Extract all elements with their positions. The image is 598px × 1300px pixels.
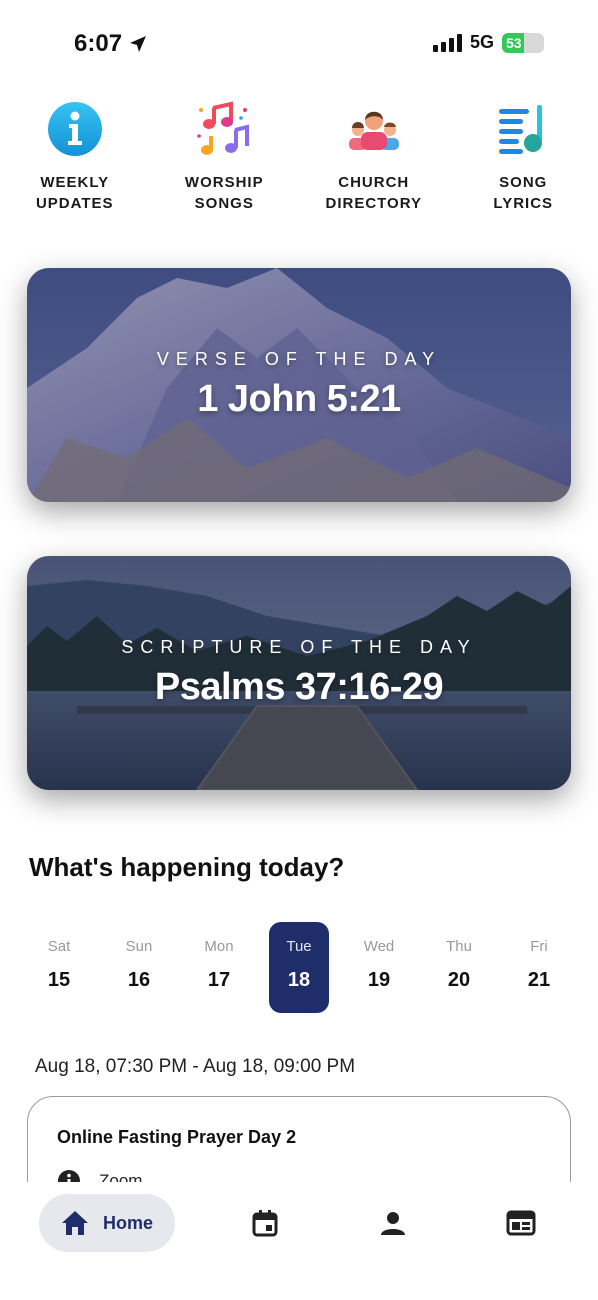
church-directory-button[interactable]: CHURCH DIRECTORY bbox=[299, 100, 449, 214]
nav-profile-button[interactable] bbox=[378, 1208, 408, 1238]
battery-icon: 53 bbox=[502, 32, 544, 53]
worship-songs-button[interactable]: WORSHIP SONGS bbox=[150, 100, 300, 214]
person-icon bbox=[381, 1212, 405, 1235]
time-text: 6:07 bbox=[74, 30, 123, 57]
day-thu[interactable]: Thu 20 bbox=[429, 922, 489, 1013]
scripture-kicker: SCRIPTURE OF THE DAY bbox=[121, 637, 477, 657]
day-mon[interactable]: Mon 17 bbox=[189, 922, 249, 1013]
day-wed[interactable]: Wed 19 bbox=[349, 922, 409, 1013]
day-sun[interactable]: Sun 16 bbox=[109, 922, 169, 1013]
event-time-range: Aug 18, 07:30 PM - Aug 18, 09:00 PM bbox=[35, 1056, 356, 1077]
verse-card-text: VERSE OF THE DAY 1 John 5:21 bbox=[27, 268, 571, 502]
lyrics-icon bbox=[494, 100, 552, 158]
nav-home-label: Home bbox=[102, 1212, 153, 1233]
day-tue[interactable]: Tue 18 bbox=[269, 922, 329, 1013]
home-icon bbox=[61, 1211, 88, 1235]
church-directory-label: CHURCH DIRECTORY bbox=[325, 174, 422, 212]
calendar-icon bbox=[252, 1210, 278, 1237]
weekly-updates-button[interactable]: WEEKLY UPDATES bbox=[0, 100, 150, 214]
network-type: 5G bbox=[469, 32, 494, 52]
battery-percent: 53 bbox=[506, 34, 522, 51]
nav-home-button[interactable]: Home bbox=[39, 1194, 175, 1252]
section-title: What's happening today? bbox=[29, 852, 345, 882]
day-picker: Sat 15 Sun 16 Mon 17 Tue 18 Wed 19 Thu 2… bbox=[29, 922, 569, 1013]
verse-kicker: VERSE OF THE DAY bbox=[156, 349, 442, 369]
status-time: 6:07 bbox=[74, 30, 148, 58]
people-icon bbox=[345, 100, 403, 158]
status-indicators: 5G 53 bbox=[432, 32, 544, 53]
location-arrow-icon bbox=[130, 36, 147, 52]
info-icon bbox=[46, 100, 104, 158]
bottom-navigation: Home bbox=[0, 1182, 598, 1300]
verse-of-the-day-card[interactable]: VERSE OF THE DAY 1 John 5:21 bbox=[27, 268, 571, 502]
signal-icon bbox=[432, 33, 462, 52]
day-fri[interactable]: Fri 21 bbox=[509, 922, 569, 1013]
worship-songs-label: WORSHIP SONGS bbox=[184, 174, 264, 212]
music-notes-icon bbox=[195, 100, 253, 158]
scripture-of-the-day-card[interactable]: SCRIPTURE OF THE DAY Psalms 37:16-29 bbox=[27, 556, 571, 790]
status-bar: 6:07 5G 53 bbox=[0, 0, 598, 90]
event-title: Online Fasting Prayer Day 2 bbox=[57, 1127, 297, 1147]
day-sat[interactable]: Sat 15 bbox=[29, 922, 89, 1013]
song-lyrics-label: SONG LYRICS bbox=[493, 174, 554, 212]
nav-news-button[interactable] bbox=[506, 1208, 536, 1238]
verse-reference: 1 John 5:21 bbox=[197, 378, 401, 420]
scripture-reference: Psalms 37:16-29 bbox=[154, 666, 444, 708]
weekly-updates-label: WEEKLY UPDATES bbox=[35, 174, 114, 212]
nav-calendar-button[interactable] bbox=[250, 1208, 280, 1238]
scripture-card-text: SCRIPTURE OF THE DAY Psalms 37:16-29 bbox=[27, 556, 571, 790]
news-icon bbox=[506, 1210, 536, 1236]
song-lyrics-button[interactable]: SONG LYRICS bbox=[449, 100, 598, 214]
quick-actions: WEEKLY UPDATES WORSHIP SONGS CHURCH DIRE… bbox=[0, 100, 598, 214]
